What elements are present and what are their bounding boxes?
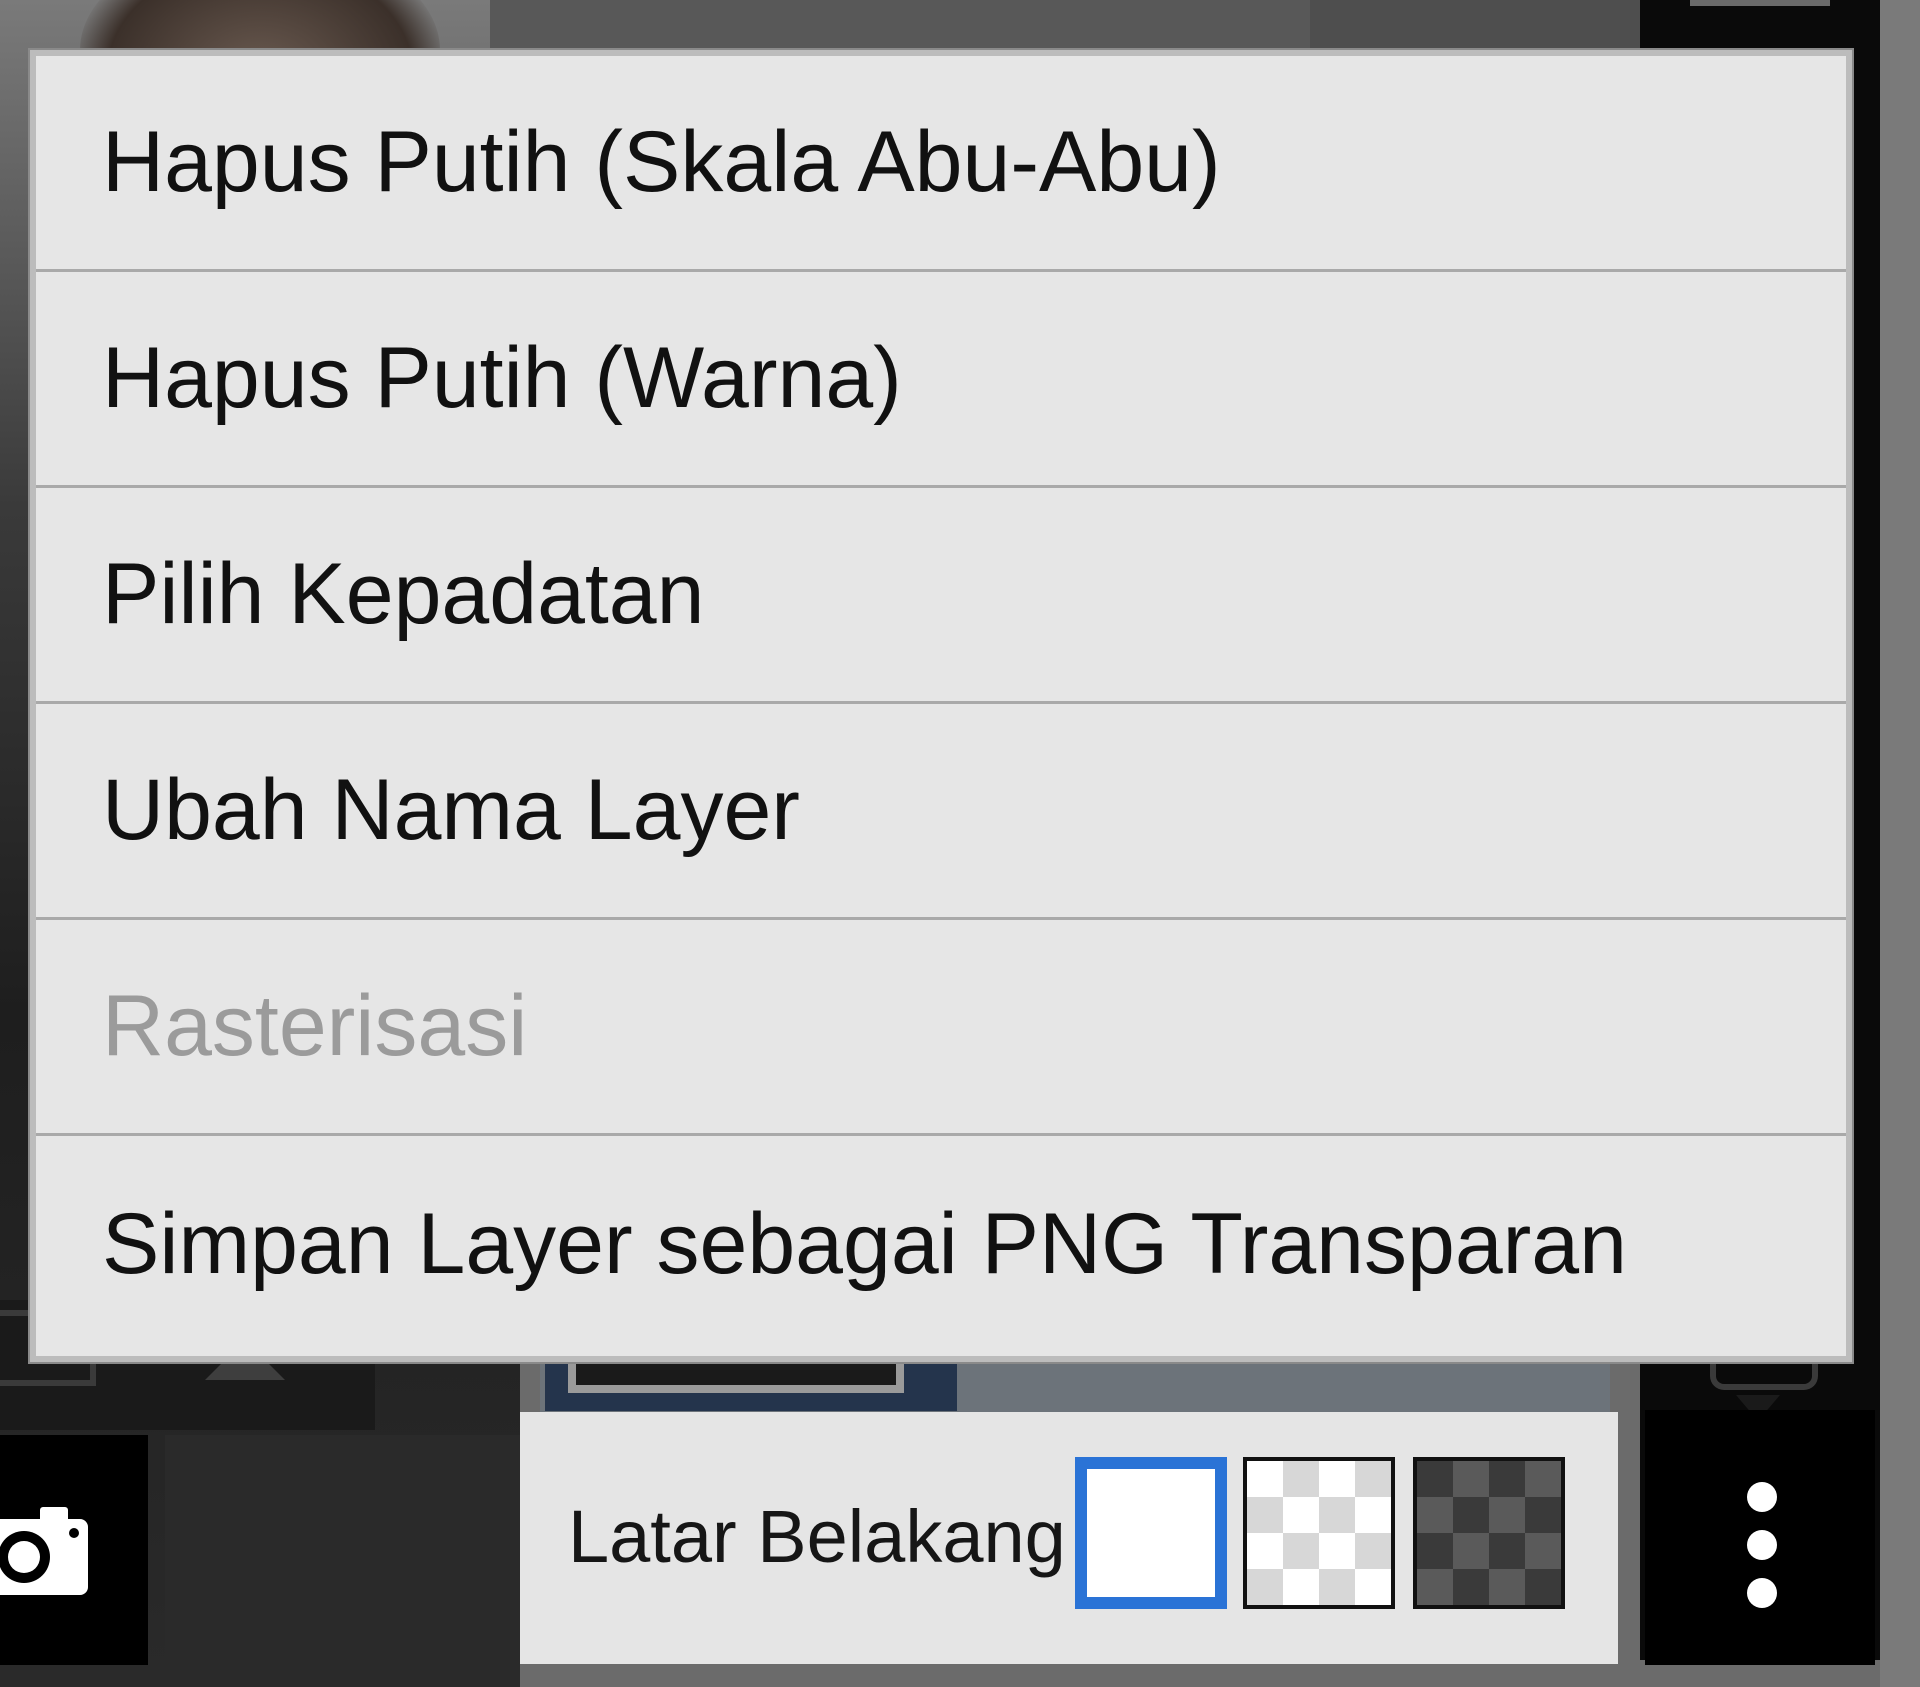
background-option-dark-checker[interactable] (1413, 1457, 1565, 1609)
camera-icon-svg (0, 1507, 88, 1595)
camera-icon[interactable] (0, 1505, 88, 1595)
more-dot (1747, 1482, 1777, 1512)
background-option-light-checker[interactable] (1243, 1457, 1395, 1609)
more-dot (1747, 1578, 1777, 1608)
menu-item-save-layer-png[interactable]: Simpan Layer sebagai PNG Transparan (36, 1136, 1846, 1352)
background-label: Latar Belakang (568, 1495, 1066, 1578)
more-dot (1747, 1530, 1777, 1560)
menu-item-rename-layer[interactable]: Ubah Nama Layer (36, 704, 1846, 920)
menu-item-rasterize: Rasterisasi (36, 920, 1846, 1136)
menu-item-remove-white-color[interactable]: Hapus Putih (Warna) (36, 272, 1846, 488)
layer-options-menu: Hapus Putih (Skala Abu-Abu) Hapus Putih … (30, 50, 1852, 1362)
menu-item-select-density[interactable]: Pilih Kepadatan (36, 488, 1846, 704)
canvas-area (165, 1435, 520, 1687)
menu-item-remove-white-grayscale[interactable]: Hapus Putih (Skala Abu-Abu) (36, 56, 1846, 272)
screen-edge (1880, 0, 1920, 1687)
more-options-button[interactable] (1645, 1410, 1875, 1665)
app-screen: Latar Belakang Hapus Putih (Skala Abu-Ab… (0, 0, 1920, 1687)
background-option-white[interactable] (1075, 1457, 1227, 1609)
toolbar-tab[interactable] (1690, 0, 1830, 6)
